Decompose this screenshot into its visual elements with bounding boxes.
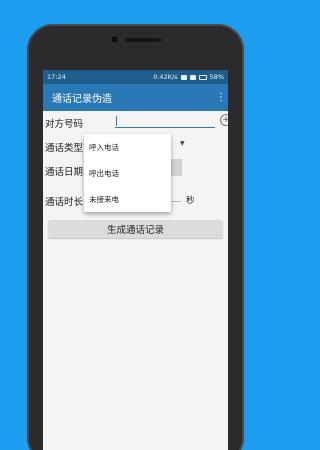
signal-icon	[189, 74, 196, 80]
call-type-dropdown: 呼入电话 呼出电话 未接来电	[84, 134, 171, 212]
call-duration-label: 通话时长	[45, 197, 84, 208]
app-screen: 17:24 0.42K/s 58% 通话记录伪造 ⋮ 对方号码 + 通话类型 ▼…	[43, 70, 228, 450]
phone-speaker	[125, 38, 161, 42]
overflow-menu-icon[interactable]: ⋮	[216, 92, 226, 103]
battery-level: 58%	[209, 73, 224, 81]
dropdown-option-missed[interactable]: 未接来电	[84, 186, 171, 212]
text-cursor	[116, 116, 117, 126]
dropdown-option-outgoing[interactable]: 呼出电话	[84, 160, 171, 186]
dropdown-option-incoming[interactable]: 呼入电话	[84, 134, 171, 160]
generate-record-button[interactable]: 生成通话记录	[48, 220, 223, 238]
wifi-icon	[180, 74, 187, 80]
chevron-down-icon[interactable]: ▼	[180, 140, 185, 147]
app-bar: 通话记录伪造 ⋮	[43, 84, 228, 111]
battery-icon	[198, 74, 207, 80]
net-speed: 0.42K/s	[153, 73, 178, 81]
phone-camera	[111, 36, 118, 43]
add-contact-icon[interactable]: +	[220, 114, 228, 126]
status-time: 17:24	[47, 73, 66, 81]
app-title: 通话记录伪造	[52, 94, 112, 105]
phone-number-label: 对方号码	[45, 119, 84, 130]
phone-number-input[interactable]	[115, 114, 215, 128]
call-type-label: 通话类型	[45, 143, 84, 154]
call-date-label: 通话日期	[45, 167, 84, 178]
status-bar: 17:24 0.42K/s 58%	[43, 70, 228, 84]
seconds-unit: 秒	[186, 196, 195, 206]
call-date-field[interactable]	[171, 159, 182, 176]
